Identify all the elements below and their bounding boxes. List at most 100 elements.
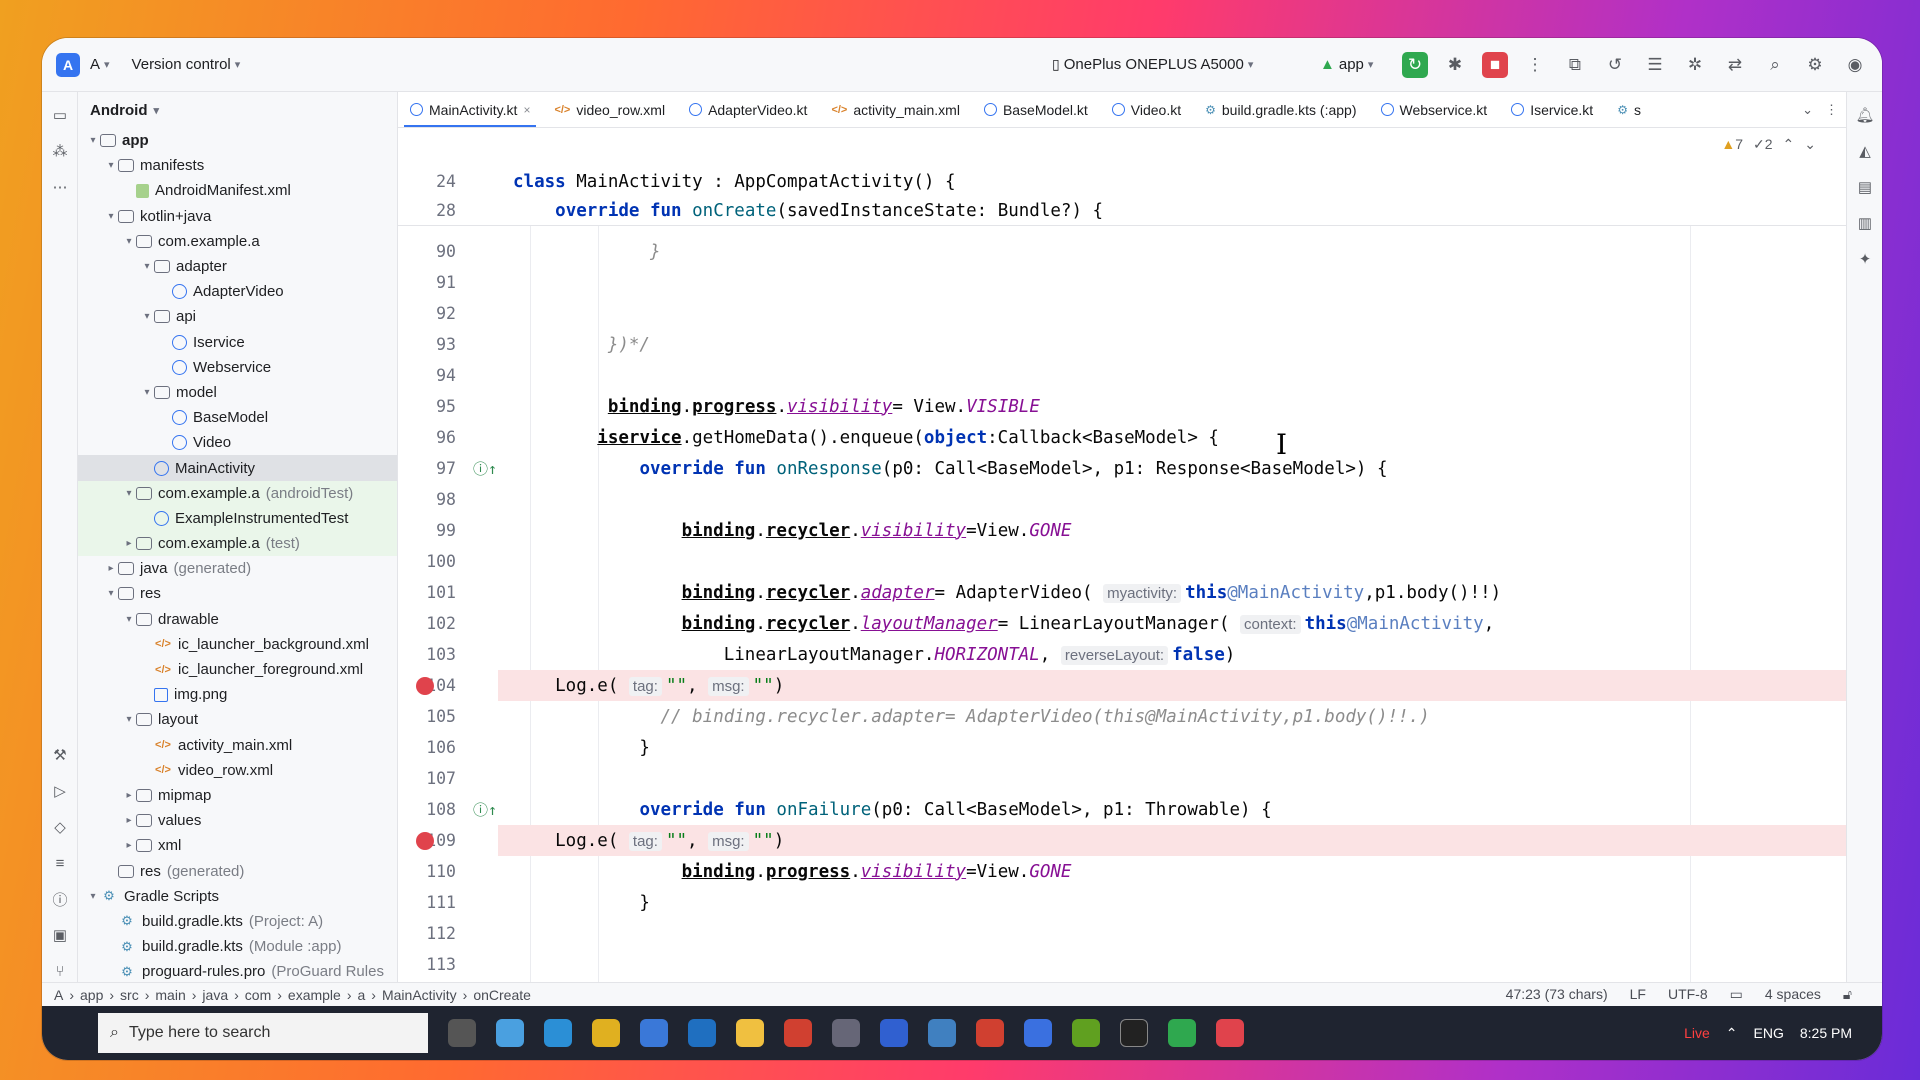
task-view-icon[interactable] bbox=[448, 1019, 476, 1047]
tree-item[interactable]: ExampleInstrumentedTest bbox=[78, 505, 397, 531]
code-text[interactable]: binding.progress.visibility= View.VISIBL… bbox=[513, 397, 1040, 417]
tree-item[interactable]: Webservice bbox=[78, 355, 397, 380]
tree-item[interactable]: ▾ model bbox=[78, 380, 397, 405]
code-text[interactable]: binding.recycler.visibility=View.GONE bbox=[513, 521, 1072, 541]
code-line[interactable]: 112 bbox=[398, 918, 1846, 949]
clock[interactable]: 8:25 PM bbox=[1800, 1025, 1852, 1041]
chevron-right-icon[interactable]: ▸ bbox=[122, 840, 136, 851]
code-text[interactable]: binding.recycler.layoutManager= LinearLa… bbox=[513, 614, 1494, 634]
code-line[interactable]: 111 } bbox=[398, 887, 1846, 918]
notifications-icon[interactable]: 🔔︎ bbox=[1852, 102, 1878, 128]
file-encoding[interactable]: UTF-8 bbox=[1668, 986, 1708, 1003]
chevron-down-icon[interactable]: ▾ bbox=[86, 135, 100, 146]
code-text[interactable]: override fun onResponse(p0: Call<BaseMod… bbox=[513, 459, 1387, 479]
code-text[interactable]: binding.progress.visibility=View.GONE bbox=[513, 862, 1072, 882]
override-icon[interactable]: ⓘ↑ bbox=[473, 799, 497, 820]
override-icon[interactable]: ⓘ↑ bbox=[473, 458, 497, 479]
code-text[interactable]: Log.e( tag: "", msg: "") bbox=[513, 676, 784, 696]
tree-item[interactable]: ▾ drawable bbox=[78, 607, 397, 632]
breadcrumb-item[interactable]: A bbox=[54, 987, 63, 1003]
project-selector[interactable]: A ▾ bbox=[90, 56, 110, 73]
sync-icon[interactable]: ↺ bbox=[1602, 52, 1628, 78]
logcat-icon[interactable]: ≡ bbox=[47, 850, 73, 876]
tree-item[interactable]: ▾ com.example.a bbox=[78, 229, 397, 254]
tree-item[interactable]: AndroidManifest.xml bbox=[78, 178, 397, 203]
live-indicator[interactable]: Live bbox=[1684, 1025, 1710, 1041]
chevron-down-icon[interactable]: ▾ bbox=[122, 714, 136, 725]
gear-icon[interactable]: ⚙ bbox=[1802, 52, 1828, 78]
structure-icon[interactable]: ⁂ bbox=[47, 138, 73, 164]
tree-item[interactable]: BaseModel bbox=[78, 405, 397, 430]
device-selector[interactable]: ▯ OnePlus ONEPLUS A5000 ▾ bbox=[1052, 56, 1253, 73]
running-devices-icon[interactable]: ▥ bbox=[1852, 210, 1878, 236]
tree-item[interactable]: ▾ manifests bbox=[78, 153, 397, 178]
chevron-down-icon[interactable]: ⌄ bbox=[1804, 136, 1816, 153]
tree-item[interactable]: ▸ values bbox=[78, 808, 397, 833]
tree-item[interactable]: ▾ com.example.a (androidTest) bbox=[78, 480, 397, 506]
profiler-icon[interactable]: ⇄ bbox=[1722, 52, 1748, 78]
app-icon[interactable] bbox=[880, 1019, 908, 1047]
tree-item[interactable]: ⚙ proguard-rules.pro (ProGuard Rules bbox=[78, 959, 397, 984]
tree-item[interactable]: Video bbox=[78, 430, 397, 455]
tree-item[interactable]: MainActivity bbox=[78, 455, 397, 481]
tree-item[interactable]: ▸ xml bbox=[78, 833, 397, 858]
project-view-selector[interactable]: Android ▾ bbox=[78, 92, 397, 128]
editor-tab[interactable]: BaseModel.kt bbox=[972, 92, 1100, 127]
code-text[interactable]: override fun onCreate(savedInstanceState… bbox=[513, 201, 1103, 221]
chevron-right-icon[interactable]: ▸ bbox=[122, 815, 136, 826]
sticky-line[interactable]: 24 class MainActivity : AppCompatActivity… bbox=[398, 166, 1846, 197]
code-text[interactable]: } bbox=[513, 738, 650, 758]
chevron-right-icon[interactable]: ▸ bbox=[122, 538, 136, 549]
layout-icon[interactable]: ☰ bbox=[1642, 52, 1668, 78]
breadcrumb-item[interactable]: java bbox=[202, 987, 228, 1003]
code-line[interactable]: 101 binding.recycler.adapter= AdapterVid… bbox=[398, 577, 1846, 608]
editor-tab[interactable]: AdapterVideo.kt bbox=[677, 92, 819, 127]
tree-item[interactable]: </> ic_launcher_background.xml bbox=[78, 632, 397, 657]
debug-icon[interactable]: ✱ bbox=[1442, 52, 1468, 78]
editor-tab[interactable]: ⚙ build.gradle.kts (:app) bbox=[1193, 92, 1368, 127]
code-line[interactable]: 104 Log.e( tag: "", msg: "") bbox=[416, 670, 1846, 701]
chevron-up-icon[interactable]: ⌃ bbox=[1726, 1025, 1738, 1042]
language-indicator[interactable]: ENG bbox=[1754, 1025, 1784, 1041]
more-icon[interactable]: ⋮ bbox=[1825, 102, 1838, 118]
run-config-selector[interactable]: ▲ app ▾ bbox=[1320, 56, 1373, 73]
tree-item[interactable]: ▾ kotlin+java bbox=[78, 204, 397, 229]
editor-tab[interactable]: </> video_row.xml bbox=[542, 92, 677, 127]
indent-setting[interactable]: 4 spaces bbox=[1765, 986, 1821, 1003]
code-text[interactable]: LinearLayoutManager.HORIZONTAL, reverseL… bbox=[513, 645, 1235, 665]
tree-item[interactable]: ▸ com.example.a (test) bbox=[78, 531, 397, 557]
breadcrumb-item[interactable]: main bbox=[155, 987, 185, 1003]
chevron-down-icon[interactable]: ▾ bbox=[122, 488, 136, 499]
code-line[interactable]: 113 bbox=[398, 949, 1846, 980]
problems-icon[interactable]: ⓘ bbox=[47, 886, 73, 912]
device-manager-icon[interactable]: ⧉ bbox=[1562, 52, 1588, 78]
account-icon[interactable]: ◉ bbox=[1842, 52, 1868, 78]
chevron-down-icon[interactable]: ▾ bbox=[104, 160, 118, 171]
code-line[interactable]: 109 Log.e( tag: "", msg: "") bbox=[416, 825, 1846, 856]
tree-item[interactable]: ▾ res bbox=[78, 581, 397, 606]
tree-item[interactable]: ▾ adapter bbox=[78, 254, 397, 279]
tree-item[interactable]: ▾ api bbox=[78, 304, 397, 329]
code-area[interactable]: 24 class MainActivity : AppCompatActivity… bbox=[398, 128, 1846, 1006]
edge-icon[interactable] bbox=[544, 1019, 572, 1047]
rerun-icon[interactable]: ↻ bbox=[1402, 52, 1428, 78]
run-icon[interactable]: ▷ bbox=[47, 778, 73, 804]
code-text[interactable]: // binding.recycler.adapter= AdapterVide… bbox=[513, 707, 1430, 727]
app-quality-icon[interactable]: ◇ bbox=[47, 814, 73, 840]
chevron-down-icon[interactable]: ▾ bbox=[140, 261, 154, 272]
device-file-icon[interactable]: ▤ bbox=[1852, 174, 1878, 200]
terminal-icon[interactable]: ▣ bbox=[47, 922, 73, 948]
tree-item[interactable]: </> activity_main.xml bbox=[78, 733, 397, 758]
memory-icon[interactable]: ▭ bbox=[1730, 986, 1743, 1003]
outlook-icon[interactable] bbox=[688, 1019, 716, 1047]
code-line[interactable]: 96 iservice.getHomeData().enqueue(object… bbox=[398, 422, 1846, 453]
code-text[interactable]: iservice.getHomeData().enqueue(object:Ca… bbox=[513, 428, 1219, 448]
project-badge[interactable]: A bbox=[56, 52, 80, 77]
gradle-icon[interactable]: ◭ bbox=[1852, 138, 1878, 164]
explorer-icon[interactable] bbox=[736, 1019, 764, 1047]
breadcrumb-item[interactable]: a bbox=[358, 987, 366, 1003]
word-icon[interactable] bbox=[928, 1019, 956, 1047]
breakpoint-icon[interactable] bbox=[416, 831, 434, 850]
editor-tab[interactable]: Video.kt bbox=[1100, 92, 1193, 127]
gemini-icon[interactable]: ✦ bbox=[1852, 246, 1878, 272]
